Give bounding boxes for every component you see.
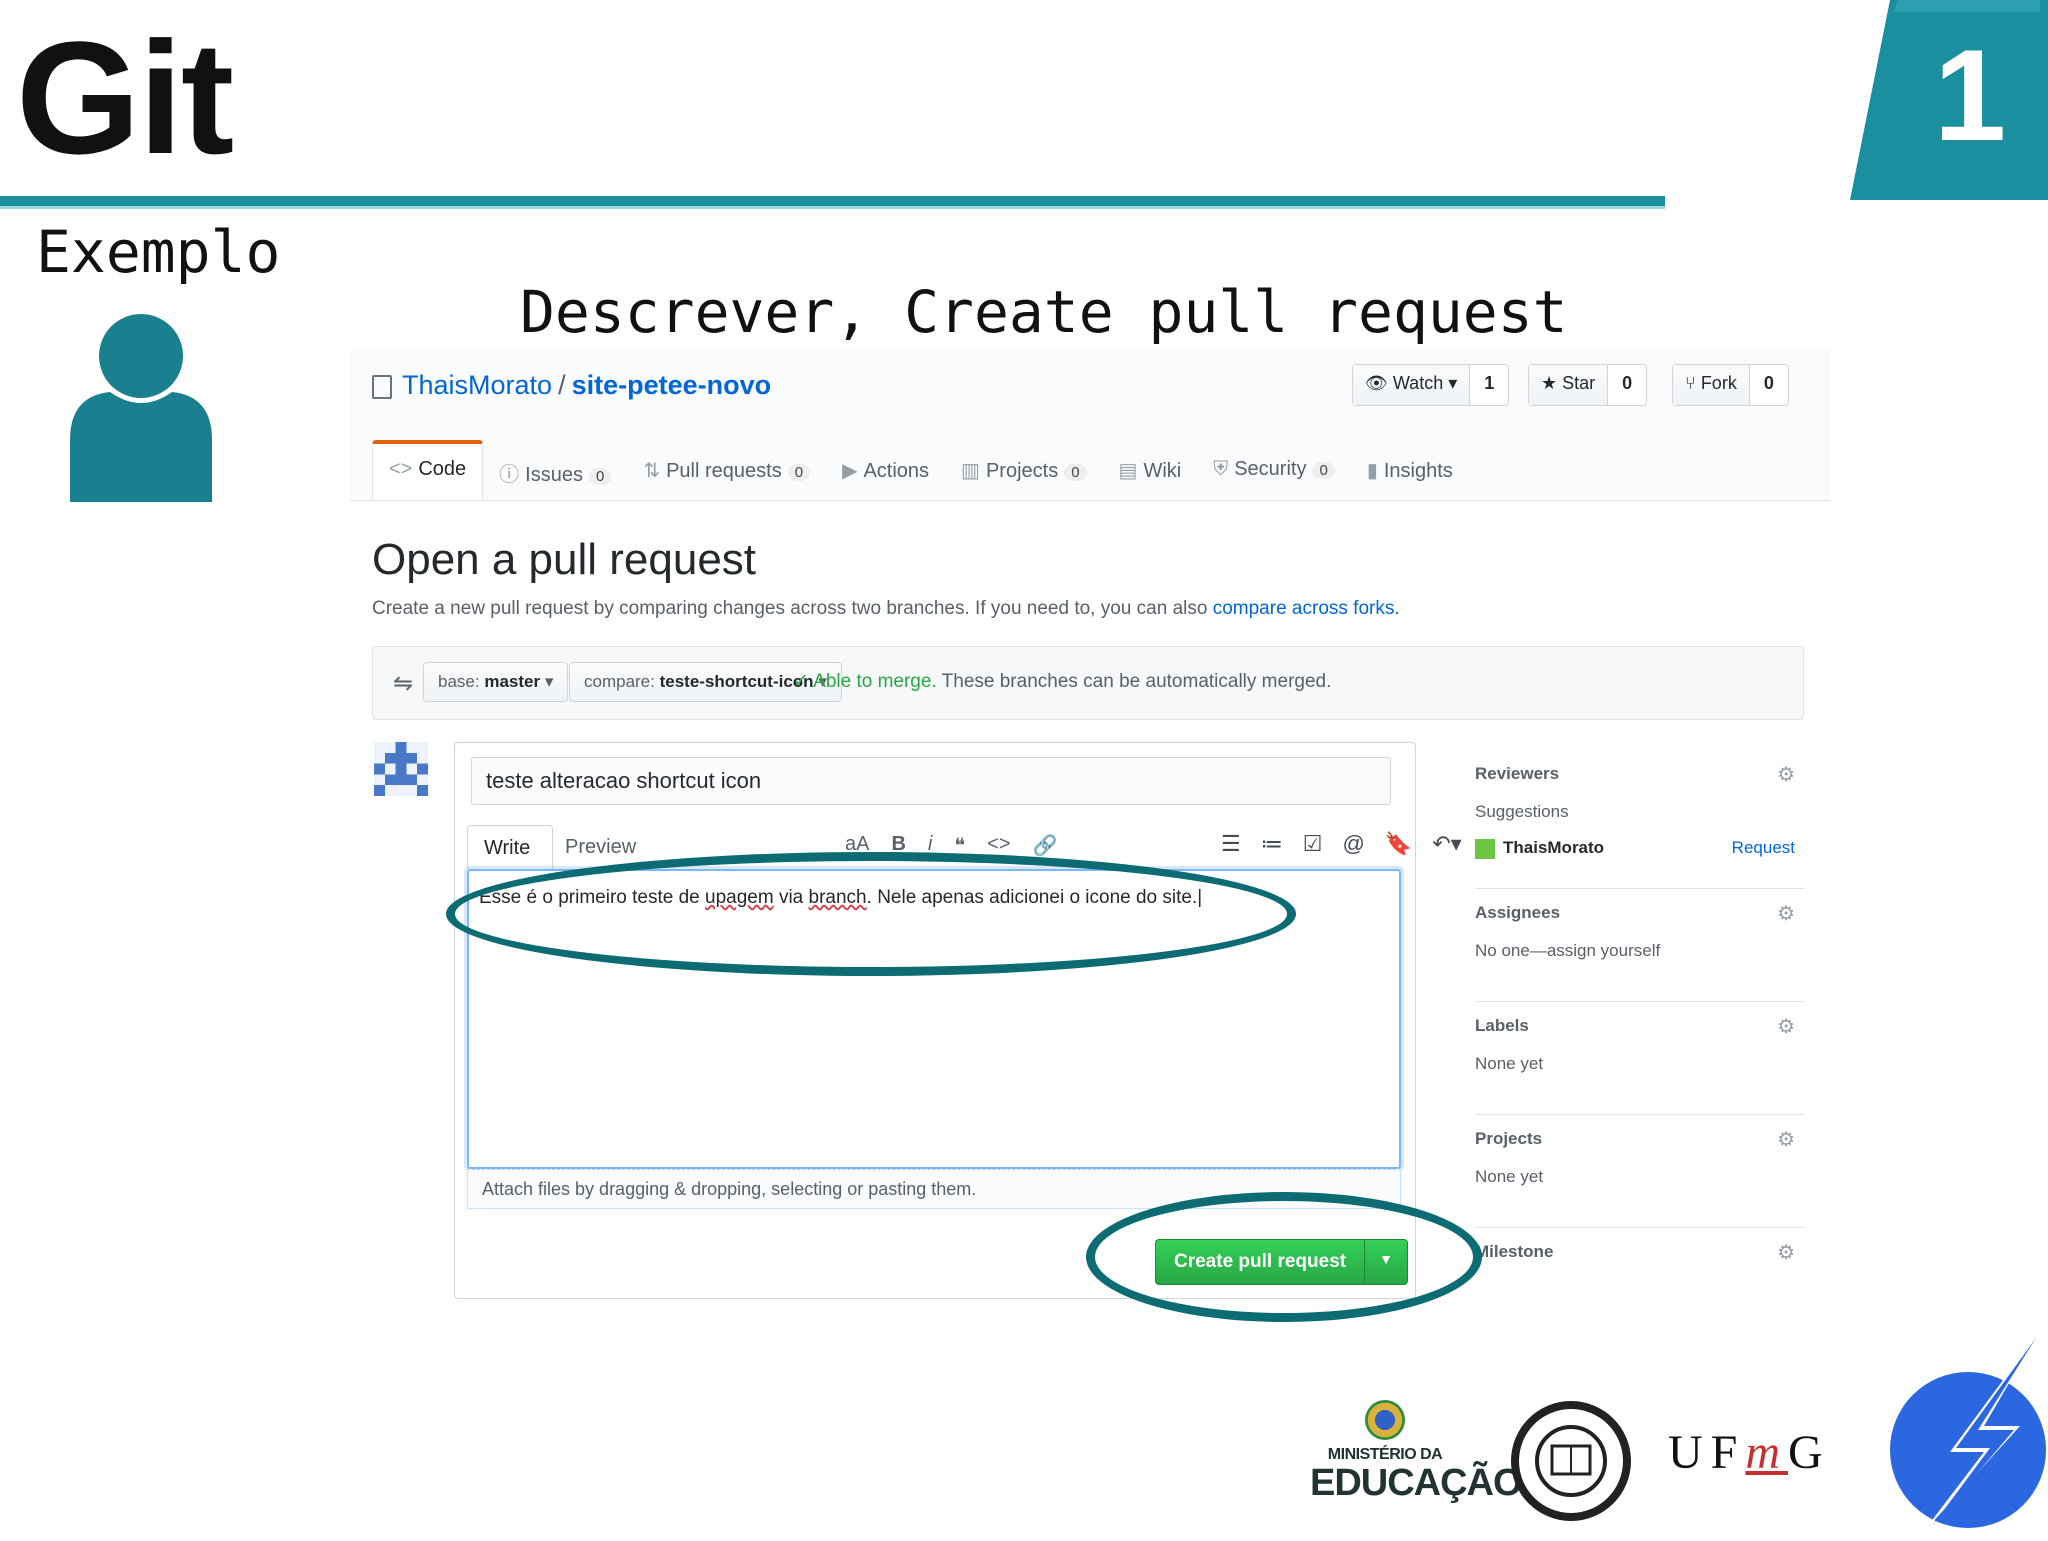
- reply-icon[interactable]: ↶▾: [1432, 831, 1461, 857]
- slide-number-badge: 1: [1850, 0, 2048, 200]
- mini-avatar: [1475, 838, 1495, 859]
- pull-requests-counter: 0: [787, 464, 811, 481]
- tab-actions[interactable]: ▶ Actions: [826, 440, 945, 500]
- bookmark-icon[interactable]: 🔖: [1385, 831, 1412, 857]
- gear-icon[interactable]: ⚙: [1777, 1240, 1795, 1265]
- compare-forks-link[interactable]: compare across forks.: [1213, 598, 1400, 619]
- repo-nav-tabs: <> Code ⓘ Issues 0 ⇅ Pull requests 0 ▶ Actions…: [372, 440, 1469, 500]
- fork-button-group: ⑂ Fork 0: [1672, 364, 1789, 406]
- repo-book-icon: [372, 374, 392, 399]
- task-list-icon[interactable]: ☑: [1303, 831, 1323, 857]
- github-screenshot: ThaisMorato / site-petee-novo 👁 Watch ▾ 1 …: [350, 350, 1830, 1300]
- button-highlight-ellipse: [1086, 1192, 1482, 1322]
- projects-counter: 0: [1064, 464, 1087, 481]
- user-avatar[interactable]: [374, 742, 428, 796]
- ordered-list-icon[interactable]: ≔: [1261, 831, 1283, 857]
- tab-wiki[interactable]: ▤ Wiki: [1103, 440, 1198, 500]
- reviewers-suggestions: Suggestions: [1475, 802, 1569, 821]
- reviewers-section[interactable]: Reviewers ⚙ Suggestions ThaisMorato Requ…: [1475, 750, 1805, 889]
- link-icon[interactable]: 🔗: [1033, 833, 1058, 858]
- star-button-group: ★ Star 0: [1528, 364, 1648, 406]
- projects-heading: Projects: [1475, 1129, 1543, 1148]
- write-tab[interactable]: Write: [467, 825, 553, 869]
- code-icon: <>: [389, 458, 413, 480]
- tab-insights[interactable]: ▮ Insights: [1351, 440, 1469, 500]
- mention-icon[interactable]: @: [1342, 831, 1364, 857]
- brazil-coat-of-arms-icon: [1365, 1400, 1405, 1440]
- repo-owner-link[interactable]: ThaisMorato: [402, 370, 552, 400]
- preview-tab[interactable]: Preview: [565, 836, 636, 859]
- slide-title: Git: [16, 8, 234, 187]
- tab-security[interactable]: ⛨ Security 0: [1197, 440, 1351, 500]
- request-review-link[interactable]: Request: [1732, 838, 1795, 858]
- issues-counter: 0: [588, 468, 612, 485]
- eye-icon: 👁: [1365, 373, 1393, 393]
- tab-code[interactable]: <> Code: [372, 440, 484, 500]
- book-icon: ▤: [1118, 460, 1138, 482]
- base-branch-select[interactable]: base: master ▾: [423, 662, 569, 702]
- unordered-list-icon[interactable]: ☰: [1221, 831, 1241, 857]
- labels-heading: Labels: [1475, 1016, 1529, 1035]
- repo-name-link[interactable]: site-petee-novo: [572, 370, 772, 400]
- pr-title-input[interactable]: teste alteracao shortcut icon: [471, 757, 1391, 805]
- page-description: Create a new pull request by comparing c…: [372, 598, 1400, 619]
- slide-number: 1: [1934, 22, 2006, 168]
- repo-separator: /: [558, 370, 566, 400]
- fork-icon: ⑂: [1685, 373, 1701, 393]
- tab-pull-requests[interactable]: ⇅ Pull requests 0: [627, 440, 826, 500]
- milestone-section[interactable]: Milestone ⚙: [1475, 1228, 1805, 1340]
- reviewers-heading: Reviewers: [1475, 764, 1560, 783]
- watch-count[interactable]: 1: [1470, 365, 1508, 405]
- title-divider: [0, 196, 1665, 209]
- security-counter: 0: [1312, 462, 1335, 479]
- assignees-value[interactable]: No one—assign yourself: [1475, 941, 1660, 961]
- section-label: Exemplo: [36, 218, 281, 286]
- merge-status: ✓ Able to merge. These branches can be a…: [793, 671, 1332, 692]
- labels-section[interactable]: Labels ⚙ None yet: [1475, 1002, 1805, 1115]
- assignees-section[interactable]: Assignees ⚙ No one—assign yourself: [1475, 889, 1805, 1002]
- merge-status-ok: ✓ Able to merge.: [793, 671, 937, 692]
- ufmg-logo: UFmG: [1668, 1426, 1831, 1479]
- tab-issues[interactable]: ⓘ Issues 0: [483, 440, 627, 500]
- slide-subtitle: Descrever, Create pull request: [520, 278, 1568, 346]
- star-button[interactable]: ★ Star: [1529, 365, 1609, 405]
- pr-sidebar: Reviewers ⚙ Suggestions ThaisMorato Requ…: [1475, 750, 1805, 1340]
- graph-icon: ▮: [1366, 460, 1378, 482]
- gear-icon[interactable]: ⚙: [1777, 901, 1795, 926]
- page-title: Open a pull request: [372, 535, 757, 584]
- assignees-heading: Assignees: [1475, 903, 1561, 922]
- gear-icon[interactable]: ⚙: [1777, 1014, 1795, 1039]
- caret-down-icon: ▾: [544, 672, 554, 691]
- labels-value: None yet: [1475, 1054, 1544, 1073]
- repo-breadcrumb: ThaisMorato / site-petee-novo: [372, 370, 771, 401]
- suggested-reviewer: ThaisMorato: [1475, 838, 1604, 859]
- repo-header: ThaisMorato / site-petee-novo 👁 Watch ▾ 1 …: [350, 350, 1830, 501]
- university-seal-logo: [1508, 1398, 1634, 1524]
- fork-button[interactable]: ⑂ Fork: [1673, 365, 1750, 405]
- compare-icon: ⇋: [393, 670, 414, 697]
- person-icon: [70, 310, 212, 502]
- milestone-heading: Milestone: [1475, 1242, 1554, 1261]
- pull-request-icon: ⇅: [643, 460, 661, 482]
- gear-icon[interactable]: ⚙: [1777, 1127, 1795, 1152]
- star-icon: ★: [1541, 373, 1563, 393]
- body-highlight-ellipse: [446, 852, 1296, 976]
- tab-projects[interactable]: ▥ Projects 0: [945, 440, 1103, 500]
- watch-button[interactable]: 👁 Watch ▾: [1353, 365, 1471, 405]
- fork-count[interactable]: 0: [1750, 365, 1788, 405]
- projects-value: None yet: [1475, 1167, 1544, 1186]
- watch-button-group: 👁 Watch ▾ 1: [1352, 364, 1510, 406]
- star-count[interactable]: 0: [1608, 365, 1646, 405]
- branch-compare-bar: ⇋ base: master ▾ ⬅ compare: teste-shortc…: [372, 646, 1804, 720]
- gear-icon[interactable]: ⚙: [1777, 762, 1795, 787]
- issue-icon: ⓘ: [499, 464, 520, 486]
- project-icon: ▥: [961, 460, 980, 482]
- play-icon: ▶: [842, 460, 858, 482]
- shield-icon: ⛨: [1213, 458, 1229, 480]
- projects-section[interactable]: Projects ⚙ None yet: [1475, 1115, 1805, 1228]
- markdown-toolbar-right: ☰ ≔ ☑ @ 🔖 ↶▾: [1221, 831, 1462, 857]
- lightning-bolt-logo: [1880, 1330, 2048, 1536]
- mec-logo: MINISTÉRIO DA EDUCAÇÃO: [1310, 1400, 1523, 1520]
